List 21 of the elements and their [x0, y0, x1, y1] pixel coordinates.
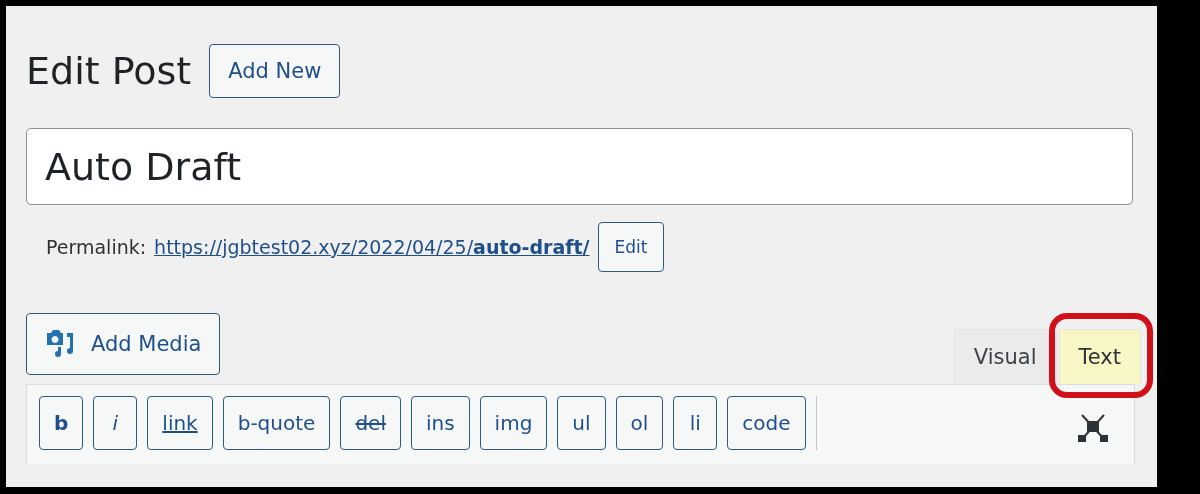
add-media-button[interactable]: Add Media — [26, 313, 221, 375]
quicktag-button[interactable]: del — [340, 396, 401, 450]
connector-icon — [1078, 412, 1108, 442]
editor-tab[interactable]: Visual — [953, 329, 1057, 384]
permalink-link[interactable]: https://jgbtest02.xyz/2022/04/25/auto-draft/ — [154, 236, 590, 258]
quicktag-button[interactable]: ins — [410, 396, 470, 450]
editor-tab[interactable]: Text — [1058, 329, 1141, 384]
quicktag-button[interactable]: ol — [615, 396, 664, 450]
quicktag-button[interactable]: ul — [557, 396, 606, 450]
quicktag-button[interactable]: b-quote — [222, 396, 331, 450]
permalink-label: Permalink: — [46, 236, 147, 258]
quicktag-button[interactable]: i — [93, 396, 138, 450]
quicktag-button[interactable]: code — [727, 396, 806, 450]
edit-button[interactable]: Edit — [597, 222, 665, 272]
title-field[interactable]: Auto Draft — [26, 128, 1133, 205]
quicktag-button[interactable]: img — [479, 396, 548, 450]
quicktag-button[interactable]: li — [673, 396, 718, 450]
quicktag-button[interactable]: b — [39, 396, 84, 450]
page-title: Edit Post — [26, 49, 192, 93]
add-new-button[interactable]: Add New — [209, 44, 341, 98]
quicktag-button[interactable]: link — [147, 396, 213, 450]
